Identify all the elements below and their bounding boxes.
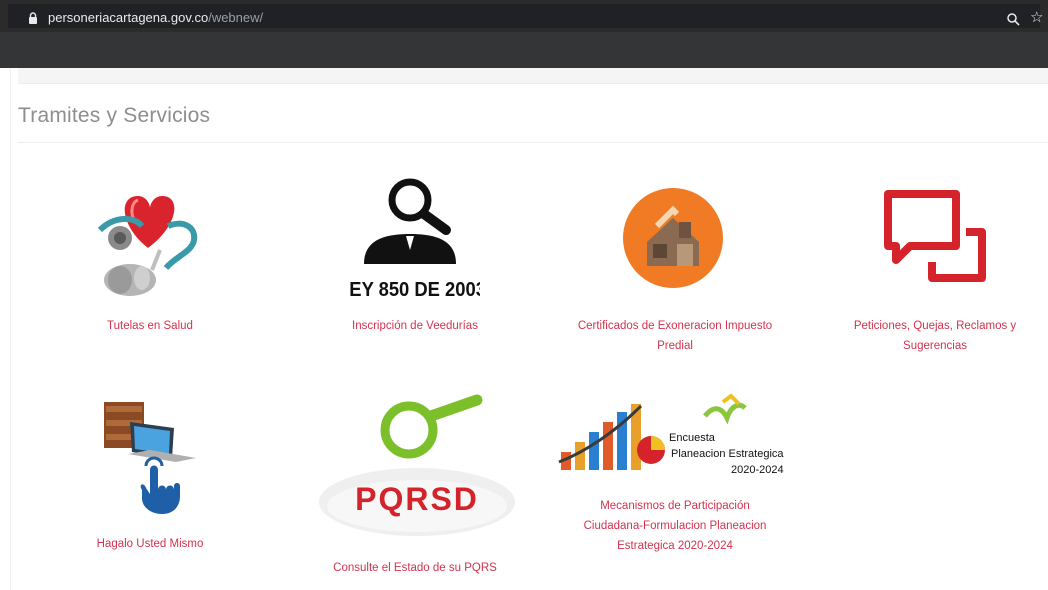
service-label: Peticiones, Quejas, Reclamos y Sugerenci… — [853, 320, 1017, 352]
star-icon[interactable]: ☆ — [1030, 10, 1043, 26]
service-label: Consulte el Estado de su PQRS — [333, 562, 497, 574]
section-divider — [18, 142, 1048, 143]
laptop-pointer-icon — [104, 402, 196, 514]
service-inscripcion-veedurias[interactable]: (LEY 850 DE 2003) Inscripción de Veedurí… — [330, 176, 500, 340]
url-path: /webnew/ — [208, 10, 264, 25]
house-certificate-icon — [623, 188, 723, 288]
service-certificados-exoneracion[interactable]: Certificados de Exoneracion Impuesto Pre… — [555, 186, 795, 362]
cut-off-bar — [18, 68, 1048, 84]
encuesta-text: Encuesta — [669, 432, 716, 444]
lock-icon — [29, 12, 37, 24]
service-label: Mecanismos de Participación Ciudadana-Fo… — [583, 500, 767, 552]
year-range-text: 2020-2024 — [731, 464, 784, 476]
service-label: Tutelas en Salud — [107, 320, 193, 332]
stethoscope-heart-icon — [97, 196, 198, 296]
magnifier-person-icon: (LEY 850 DE 2003) — [350, 178, 480, 301]
service-hagalo-usted-mismo[interactable]: Hagalo Usted Mismo — [70, 390, 230, 556]
pqrsd-magnifier-icon: PQRSD — [319, 394, 515, 536]
service-label: Hagalo Usted Mismo — [96, 538, 204, 550]
service-peticiones-quejas[interactable]: Peticiones, Quejas, Reclamos y Sugerenci… — [830, 186, 1040, 362]
browser-chrome: personeriacartagena.gov.co/webnew/ ☆ — [0, 0, 1048, 68]
planeacion-text: Planeacion Estrategica — [671, 448, 784, 460]
url-host: personeriacartagena.gov.co — [48, 10, 209, 25]
zoom-icon[interactable] — [1006, 12, 1020, 26]
url-text[interactable]: personeriacartagena.gov.co/webnew/ — [48, 10, 263, 25]
service-mecanismos-participacion[interactable]: Encuesta Planeacion Estrategica 2020-202… — [555, 392, 815, 562]
service-tutelas-salud[interactable]: Tutelas en Salud — [70, 180, 230, 340]
chat-bubbles-icon — [884, 190, 986, 282]
address-bar[interactable]: personeriacartagena.gov.co/webnew/ ☆ — [8, 4, 1043, 28]
section-title: Tramites y Servicios — [18, 104, 211, 127]
service-consulte-pqrs[interactable]: PQRSD Consulte el Estado de su PQRS — [305, 390, 525, 580]
survey-chart-icon: Encuesta Planeacion Estrategica 2020-202… — [558, 393, 784, 476]
ley-850-text: (LEY 850 DE 2003) — [350, 279, 480, 301]
service-label: Certificados de Exoneracion Impuesto Pre… — [577, 320, 773, 352]
page-left-border — [10, 68, 11, 590]
pqrsd-text: PQRSD — [355, 481, 479, 517]
service-label: Inscripción de Veedurías — [352, 320, 478, 332]
browser-toolbar-strip — [0, 32, 1048, 68]
